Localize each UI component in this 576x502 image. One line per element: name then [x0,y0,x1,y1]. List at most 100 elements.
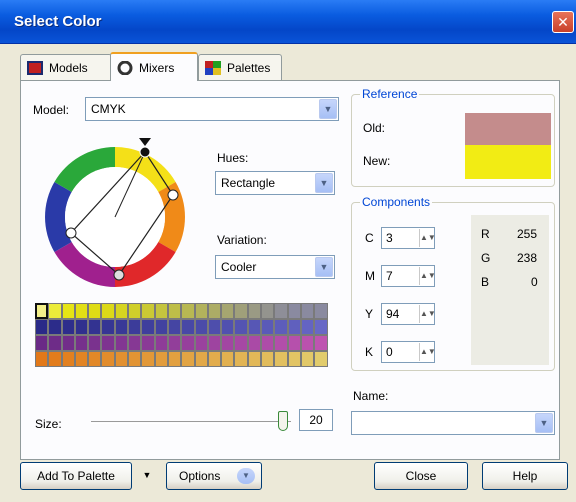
spin-arrows-icon[interactable]: ▲▼ [419,267,436,285]
color-swatch[interactable] [221,335,235,351]
color-swatch[interactable] [234,303,248,319]
color-swatch[interactable] [181,319,195,335]
color-swatch[interactable] [74,303,89,319]
color-swatch[interactable] [154,351,168,367]
hues-select[interactable]: Rectangle ▼ [215,171,335,195]
color-swatch[interactable] [154,303,168,319]
color-swatch[interactable] [287,303,301,319]
color-swatch[interactable] [74,351,89,367]
close-button[interactable]: Close [374,462,468,490]
color-swatch[interactable] [141,335,155,351]
color-swatch[interactable] [61,351,75,367]
color-swatch[interactable] [88,319,102,335]
color-swatch[interactable] [88,351,102,367]
color-swatch[interactable] [207,335,222,351]
color-swatch[interactable] [48,351,62,367]
color-swatch[interactable] [101,335,115,351]
tab-mixers[interactable]: Mixers [110,52,198,81]
add-to-palette-dropdown-icon[interactable]: ▼ [136,462,158,490]
color-swatch[interactable] [287,351,301,367]
color-swatch[interactable] [128,303,142,319]
color-swatch[interactable] [167,351,182,367]
close-window-button[interactable]: ✕ [552,11,574,33]
color-swatch[interactable] [261,303,275,319]
color-swatch[interactable] [287,335,301,351]
color-swatch[interactable] [247,351,262,367]
size-slider-track[interactable] [91,421,291,424]
color-swatch[interactable] [194,303,208,319]
spin-arrows-icon[interactable]: ▲▼ [419,305,436,323]
spin-arrows-icon[interactable]: ▲▼ [419,229,436,247]
color-swatch[interactable] [114,351,129,367]
color-swatch[interactable] [48,319,62,335]
color-swatch[interactable] [74,335,89,351]
color-swatch[interactable] [221,319,235,335]
color-swatch[interactable] [221,351,235,367]
color-swatch[interactable] [207,319,222,335]
c-spinbox[interactable]: 3 ▲▼ [381,227,436,249]
color-swatch[interactable] [194,335,208,351]
color-swatch[interactable] [61,319,75,335]
color-swatch[interactable] [207,303,222,319]
color-swatch[interactable] [141,303,155,319]
color-swatch[interactable] [48,303,62,319]
color-swatch[interactable] [314,319,328,335]
color-swatch[interactable] [128,319,142,335]
color-swatch[interactable] [300,303,315,319]
tab-palettes[interactable]: Palettes [198,54,282,80]
size-value-field[interactable]: 20 [299,409,333,431]
spin-arrows-icon[interactable]: ▲▼ [419,343,436,361]
color-swatch[interactable] [247,335,262,351]
color-swatch[interactable] [154,319,168,335]
options-button[interactable]: Options ▼ [166,462,262,490]
color-swatch[interactable] [181,335,195,351]
color-swatch[interactable] [181,303,195,319]
color-swatch[interactable] [128,351,142,367]
color-swatch[interactable] [314,303,328,319]
color-swatch[interactable] [181,351,195,367]
color-swatch[interactable] [114,303,129,319]
y-spinbox[interactable]: 94 ▲▼ [381,303,436,325]
k-spinbox[interactable]: 0 ▲▼ [381,341,436,363]
color-swatch[interactable] [194,319,208,335]
color-swatch[interactable] [114,335,129,351]
color-swatch[interactable] [35,351,49,367]
color-swatch[interactable] [101,303,115,319]
color-wheel[interactable] [31,129,201,299]
color-swatch[interactable] [128,335,142,351]
color-swatch[interactable] [300,319,315,335]
color-swatch[interactable] [221,303,235,319]
color-swatch[interactable] [154,335,168,351]
color-swatch[interactable] [261,319,275,335]
color-swatch[interactable] [35,319,49,335]
color-swatch[interactable] [61,303,75,319]
m-spinbox[interactable]: 7 ▲▼ [381,265,436,287]
color-swatch[interactable] [247,303,262,319]
tab-models[interactable]: Models [20,54,112,80]
color-swatch[interactable] [35,335,49,351]
size-slider-thumb[interactable] [278,411,288,431]
add-to-palette-button[interactable]: Add To Palette [20,462,132,490]
model-select[interactable]: CMYK ▼ [85,97,339,121]
color-swatch[interactable] [194,351,208,367]
color-swatch[interactable] [234,319,248,335]
color-swatch[interactable] [300,351,315,367]
color-swatch[interactable] [61,335,75,351]
color-swatch[interactable] [234,351,248,367]
color-swatch[interactable] [234,335,248,351]
color-swatch[interactable] [88,335,102,351]
color-swatch[interactable] [48,335,62,351]
color-swatch[interactable] [261,335,275,351]
color-swatch[interactable] [88,303,102,319]
color-swatch[interactable] [167,303,182,319]
color-swatch[interactable] [167,335,182,351]
color-swatch[interactable] [274,303,288,319]
color-swatch[interactable] [261,351,275,367]
color-swatch[interactable] [114,319,129,335]
color-swatch[interactable] [101,319,115,335]
color-swatch[interactable] [141,319,155,335]
color-swatch[interactable] [207,351,222,367]
color-swatch[interactable] [314,335,328,351]
name-input[interactable]: ▼ [351,411,555,435]
color-swatch[interactable] [300,335,315,351]
